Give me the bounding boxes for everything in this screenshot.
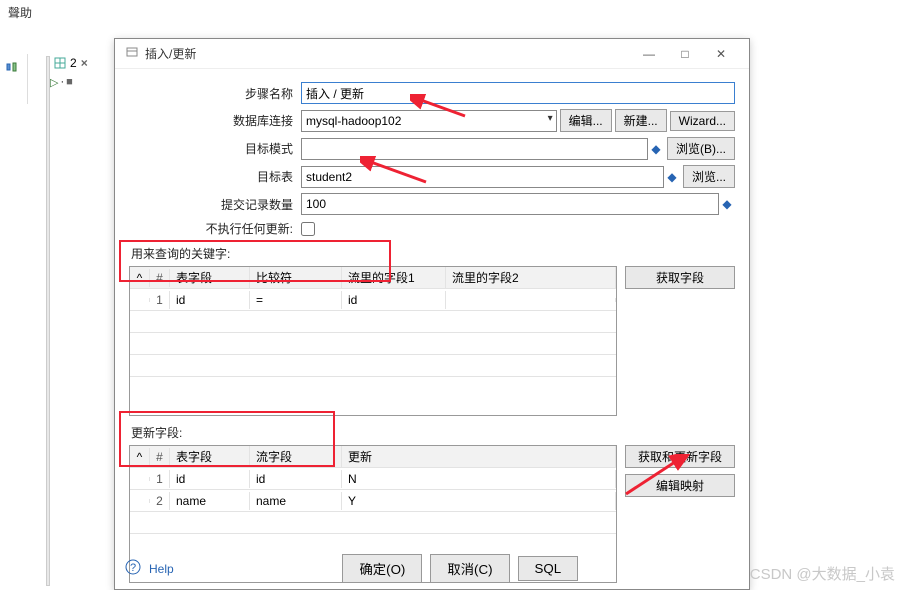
left-toolbar — [0, 54, 28, 104]
db-connection-select[interactable] — [301, 110, 557, 132]
target-schema-input[interactable] — [301, 138, 648, 160]
play-icon[interactable]: ▷ — [50, 76, 58, 89]
menu-help[interactable]: 聲助 — [0, 0, 909, 25]
vertical-separator — [46, 56, 50, 586]
dialog-titlebar: 插入/更新 — □ ✕ — [115, 39, 749, 69]
col-caret: ^ — [130, 448, 150, 466]
minimize-button[interactable]: — — [631, 47, 667, 61]
col-caret: ^ — [130, 269, 150, 287]
col-num: # — [150, 448, 170, 466]
close-icon[interactable]: × — [81, 56, 88, 70]
table-row[interactable]: 1 id id N — [130, 468, 616, 490]
db-connection-label: 数据库连接 — [129, 112, 301, 129]
separator: · — [60, 76, 64, 89]
sql-button[interactable]: SQL — [518, 556, 579, 581]
col-update: 更新 — [342, 446, 616, 467]
wizard-button[interactable]: Wizard... — [670, 111, 735, 131]
browse-table-button[interactable]: 浏览... — [683, 165, 735, 188]
no-update-label: 不执行任何更新: — [129, 220, 301, 237]
col-comparator: 比较符 — [250, 267, 342, 288]
step-name-label: 步骤名称 — [129, 85, 301, 102]
commit-size-input[interactable] — [301, 193, 719, 215]
db-connect-icon[interactable] — [0, 54, 27, 81]
dialog-icon — [125, 45, 139, 62]
svg-text:?: ? — [130, 562, 136, 574]
variable-icon[interactable]: ◆ — [719, 197, 735, 211]
stop-icon[interactable]: ■ — [66, 76, 73, 89]
col-stream-field: 流字段 — [250, 446, 342, 467]
target-table-label: 目标表 — [129, 168, 301, 185]
close-button[interactable]: ✕ — [703, 47, 739, 61]
browse-schema-button[interactable]: 浏览(B)... — [667, 137, 735, 160]
col-stream-field2: 流里的字段2 — [446, 267, 616, 288]
ok-button[interactable]: 确定(O) — [342, 554, 422, 583]
table-row[interactable]: 1 id = id — [130, 289, 616, 311]
edit-connection-button[interactable]: 编辑... — [560, 109, 612, 132]
help-icon[interactable]: ? — [125, 559, 141, 578]
editor-toolbar: 2 × ▷ · ■ — [50, 54, 110, 93]
target-schema-label: 目标模式 — [129, 140, 301, 157]
col-num: # — [150, 269, 170, 287]
new-connection-button[interactable]: 新建... — [615, 109, 667, 132]
dialog-title: 插入/更新 — [139, 45, 631, 62]
keys-table[interactable]: ^ # 表字段 比较符 流里的字段1 流里的字段2 1 id = id — [129, 266, 617, 416]
editor-tab[interactable]: 2 × — [50, 54, 110, 72]
no-update-checkbox[interactable] — [301, 222, 315, 236]
maximize-button[interactable]: □ — [667, 47, 703, 61]
col-stream-field1: 流里的字段1 — [342, 267, 446, 288]
chevron-down-icon[interactable]: ▾ — [548, 113, 553, 124]
target-table-input[interactable] — [301, 166, 664, 188]
col-table-field: 表字段 — [170, 267, 250, 288]
col-table-field: 表字段 — [170, 446, 250, 467]
cancel-button[interactable]: 取消(C) — [430, 554, 509, 583]
table-row[interactable]: 2 name name Y — [130, 490, 616, 512]
step-name-input[interactable] — [301, 82, 735, 104]
watermark: CSDN @大数据_小袁 — [750, 563, 895, 584]
commit-size-label: 提交记录数量 — [129, 196, 301, 213]
get-update-fields-button[interactable]: 获取和更新字段 — [625, 445, 735, 468]
variable-icon[interactable]: ◆ — [648, 142, 664, 156]
get-fields-button[interactable]: 获取字段 — [625, 266, 735, 289]
keys-section-label: 用来查询的关键字: — [131, 245, 735, 262]
tab-label: 2 — [70, 56, 77, 70]
updates-section-label: 更新字段: — [131, 424, 735, 441]
insert-update-dialog: 插入/更新 — □ ✕ 步骤名称 数据库连接 ▾ 编辑... 新建... Wiz… — [114, 38, 750, 590]
help-link[interactable]: Help — [149, 562, 174, 576]
edit-mapping-button[interactable]: 编辑映射 — [625, 474, 735, 497]
variable-icon[interactable]: ◆ — [664, 170, 680, 184]
